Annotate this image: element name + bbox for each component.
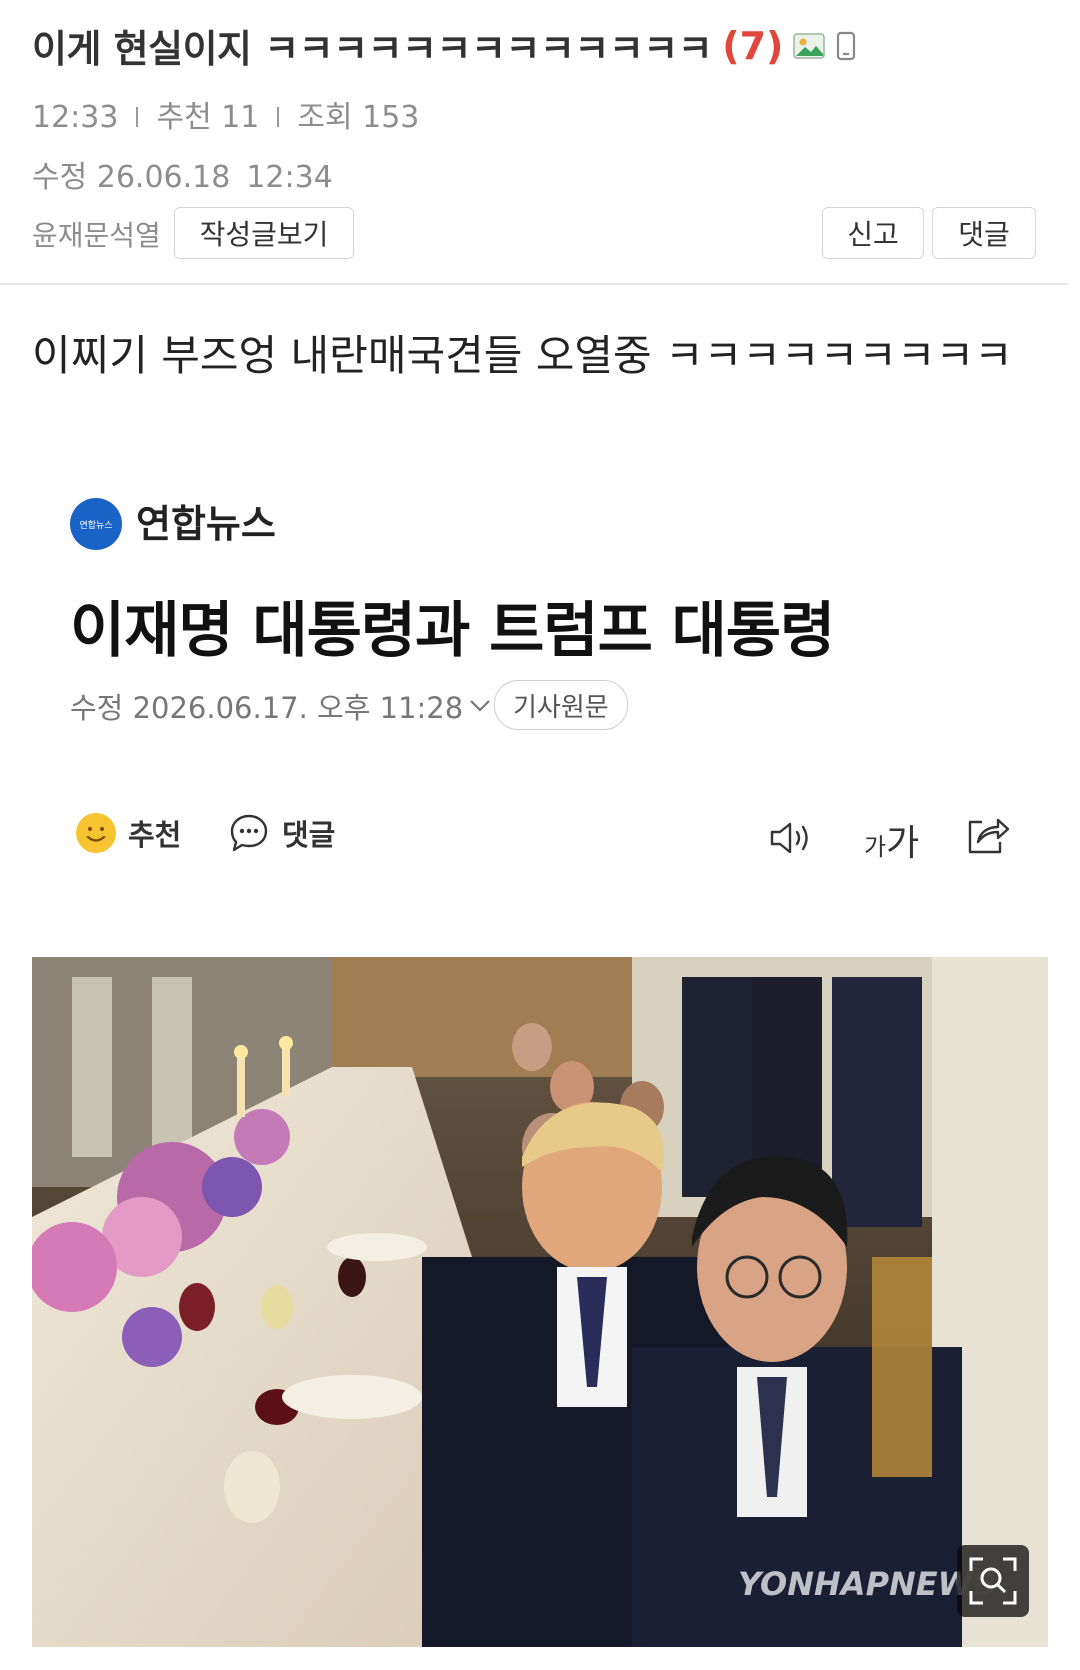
- comment-button[interactable]: 댓글: [932, 207, 1036, 259]
- speech-bubble-icon: [230, 814, 268, 852]
- smile-icon: [76, 813, 116, 853]
- post-body: 이찌기 부즈엉 내란매국견들 오열중 ㅋㅋㅋㅋㅋㅋㅋㅋㅋ: [32, 331, 1013, 380]
- image-icon: [793, 32, 826, 59]
- separator: [277, 106, 280, 127]
- report-button[interactable]: 신고: [822, 207, 924, 259]
- post-time: 12:33: [32, 100, 119, 135]
- post-views: 조회 153: [297, 100, 420, 135]
- font-size-large-label: 가: [886, 823, 920, 864]
- separator: [136, 106, 139, 127]
- post-title: 이게 현실이지 ㅋㅋㅋㅋㅋㅋㅋㅋㅋㅋㅋㅋㅋ: [32, 27, 713, 71]
- mobile-icon: [837, 31, 856, 60]
- article-source: 연합뉴스: [136, 502, 276, 546]
- font-size-icon[interactable]: 가가: [864, 814, 919, 866]
- article-date[interactable]: 수정 2026.06.17. 오후 11:28: [70, 685, 491, 727]
- author-name[interactable]: 윤재문석열: [32, 214, 161, 254]
- page: 이게 현실이지 ㅋㅋㅋㅋㅋㅋㅋㅋㅋㅋㅋㅋㅋ (7) 12:33 추천 11 조회 1…: [0, 0, 1080, 1670]
- edited-date: 수정 26.06.18: [32, 160, 231, 195]
- comment-action[interactable]: 댓글: [228, 812, 335, 854]
- zoom-icon: [969, 1557, 1017, 1605]
- article-headline: 이재명 대통령과 트럼프 대통령: [70, 596, 835, 666]
- view-posts-button[interactable]: 작성글보기: [174, 207, 354, 259]
- comment-count[interactable]: (7): [722, 24, 783, 68]
- article-photo[interactable]: [32, 957, 1048, 1647]
- share-icon[interactable]: [964, 814, 1010, 856]
- article-date-text: 수정 2026.06.17. 오후 11:28: [70, 691, 464, 725]
- divider: [0, 283, 1068, 285]
- font-size-small-label: 가: [864, 833, 887, 861]
- yonhap-logo: 연합뉴스: [70, 498, 122, 550]
- original-article-button[interactable]: 기사원문: [494, 680, 628, 730]
- comment-label: 댓글: [282, 818, 336, 852]
- post-edited: 수정 26.06.18 12:34: [32, 152, 333, 196]
- speaker-icon[interactable]: [768, 818, 818, 858]
- edited-time: 12:34: [246, 160, 333, 195]
- chevron-down-icon: [470, 700, 490, 712]
- post-title-row: 이게 현실이지 ㅋㅋㅋㅋㅋㅋㅋㅋㅋㅋㅋㅋㅋ (7): [32, 18, 857, 73]
- post-meta: 12:33 추천 11 조회 153: [32, 92, 419, 136]
- zoom-button[interactable]: [957, 1545, 1029, 1617]
- post-recommend: 추천 11: [156, 100, 260, 135]
- like-action[interactable]: 추천: [76, 812, 181, 854]
- like-label: 추천: [128, 818, 182, 852]
